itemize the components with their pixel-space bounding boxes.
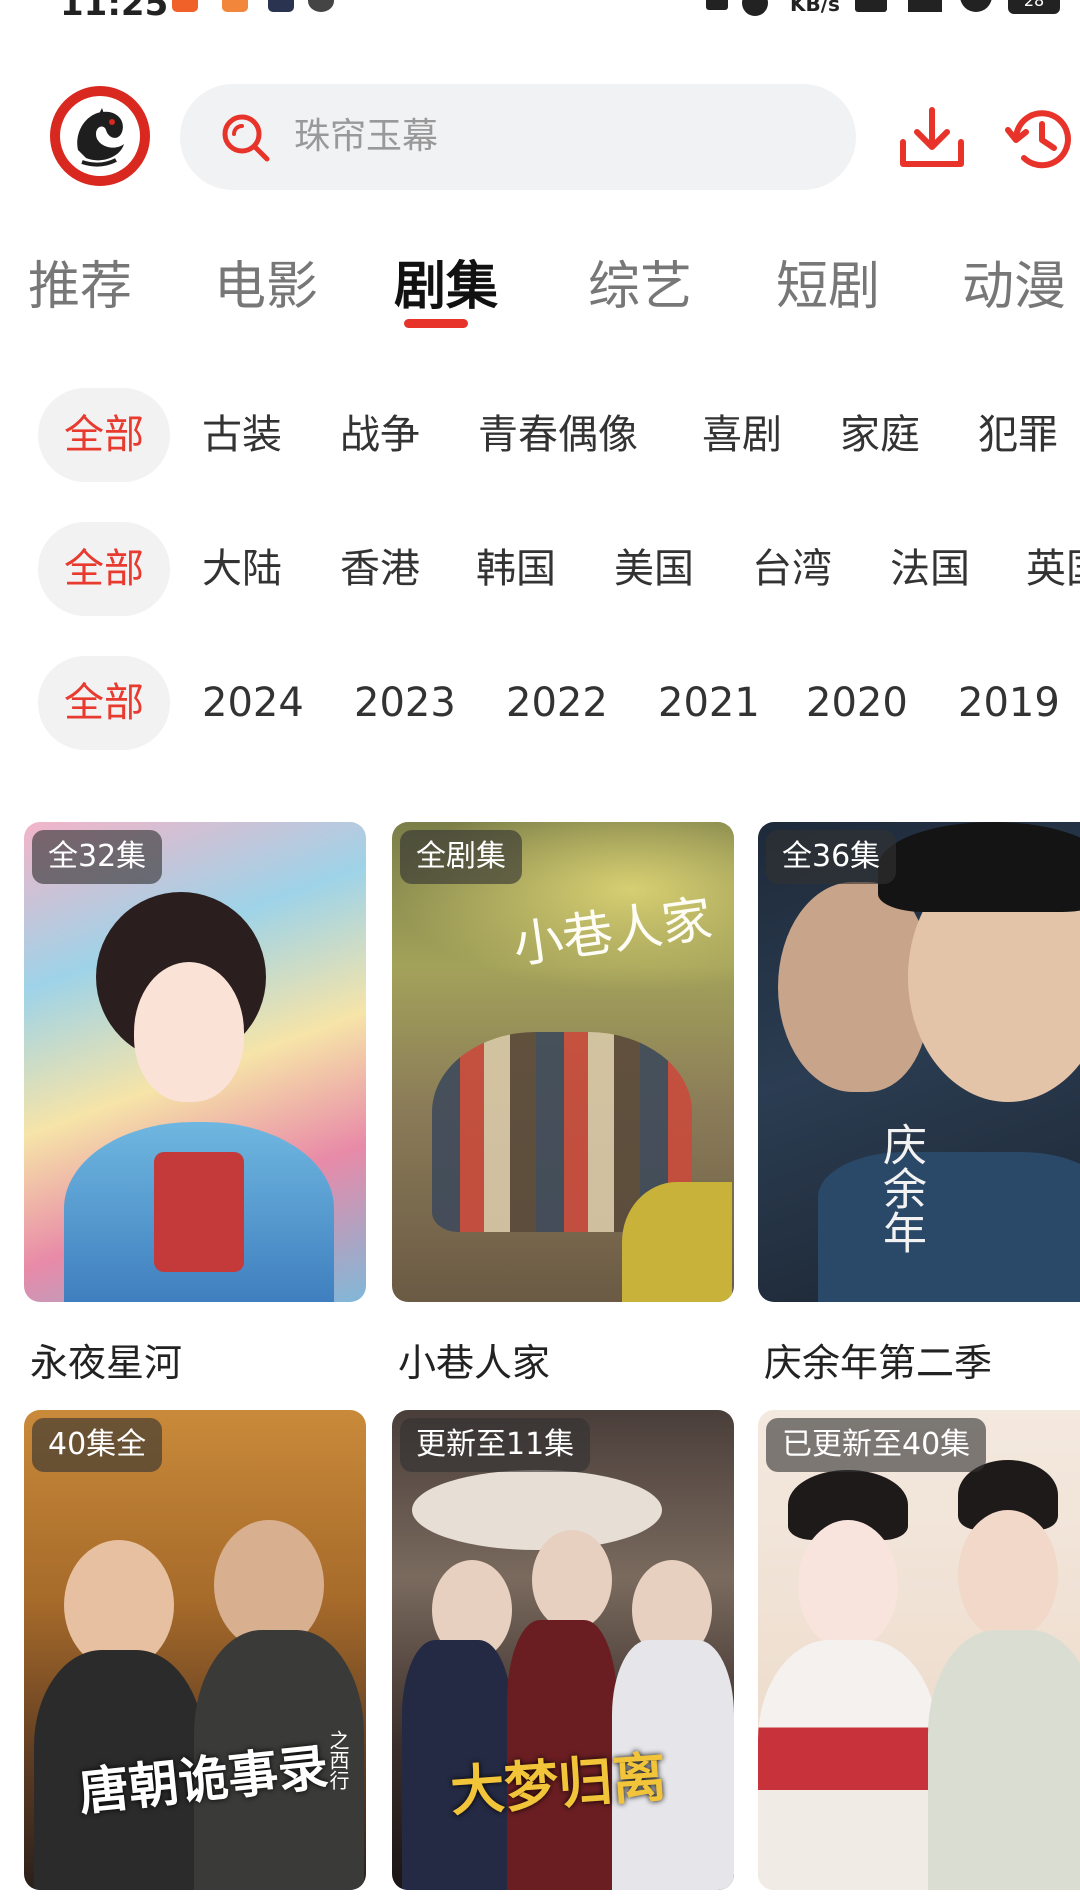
poster-figure — [622, 1182, 732, 1302]
year-filter-row: 全部 2024 2023 2022 2021 2020 2019 — [0, 656, 1080, 752]
tab-series-label: 剧集 — [394, 257, 499, 317]
poster-figure — [134, 962, 244, 1102]
region-filter-row: 全部 大陆 香港 韩国 美国 台湾 法国 英国 — [0, 522, 1080, 618]
category-tabs: 推荐 电影 剧集 综艺 短剧 动漫 — [0, 252, 1080, 332]
poster-figure — [412, 1470, 662, 1550]
filter-region-item[interactable]: 台湾 — [752, 522, 832, 616]
filter-genre-item[interactable]: 喜剧 — [702, 388, 782, 482]
network-speed: KB/s — [790, 0, 840, 16]
filter-region-item[interactable]: 韩国 — [476, 522, 556, 616]
filter-region-all[interactable]: 全部 — [38, 522, 170, 616]
tab-series[interactable]: 剧集 — [394, 252, 499, 328]
filter-region-item[interactable]: 法国 — [890, 522, 970, 616]
app-notification-icon — [172, 0, 198, 12]
episode-badge: 40集全 — [32, 1418, 163, 1472]
show-card[interactable]: 庆余年 全36集 庆余年第二季 — [758, 822, 1080, 1382]
show-poster[interactable]: 唐朝诡事录 之西行 40集全 — [24, 1410, 366, 1890]
wifi-icon — [960, 0, 992, 12]
dragon-logo-icon[interactable] — [50, 86, 150, 186]
filter-genre-item[interactable]: 青春偶像 — [478, 388, 638, 482]
app-notification-icon — [222, 0, 248, 12]
poster-figure — [778, 882, 928, 1092]
show-title: 庆余年第二季 — [764, 1341, 993, 1382]
filter-genre-item[interactable]: 战争 — [340, 388, 420, 482]
show-poster[interactable]: 全32集 — [24, 822, 366, 1302]
filter-genre-item[interactable]: 犯罪 — [978, 388, 1058, 482]
episode-badge: 全32集 — [32, 830, 163, 884]
app-notification-icon — [268, 0, 294, 12]
download-icon[interactable] — [895, 102, 969, 176]
episode-badge: 已更新至40集 — [766, 1418, 987, 1472]
search-placeholder: 珠帘玉幕 — [294, 116, 439, 157]
filter-year-item[interactable]: 2019 — [958, 656, 1060, 750]
filter-year-item[interactable]: 2020 — [806, 656, 908, 750]
genre-filter-row: 全部 古装 战争 青春偶像 喜剧 家庭 犯罪 — [0, 388, 1080, 484]
filter-year-item[interactable]: 2021 — [658, 656, 760, 750]
filter-year-item[interactable]: 2023 — [354, 656, 456, 750]
filter-region-item[interactable]: 香港 — [340, 522, 420, 616]
filter-region-item[interactable]: 英国 — [1026, 522, 1080, 616]
tab-recommend[interactable]: 推荐 — [28, 252, 132, 322]
battery-icon: 28 — [1008, 0, 1060, 14]
vibrate-icon — [706, 0, 728, 10]
poster-figure — [154, 1152, 244, 1272]
header: 珠帘玉幕 — [0, 84, 1080, 190]
signal-icon — [908, 0, 942, 12]
episode-badge: 全剧集 — [400, 830, 522, 884]
filter-genre-all[interactable]: 全部 — [38, 388, 170, 482]
poster-figure — [798, 1520, 898, 1650]
poster-art-title: 庆余年 — [875, 1122, 926, 1254]
show-card[interactable]: 已更新至40集 — [758, 1410, 1080, 1890]
tab-variety[interactable]: 综艺 — [588, 252, 692, 322]
filter-region-item[interactable]: 美国 — [614, 522, 694, 616]
active-tab-indicator — [404, 319, 468, 328]
episode-badge: 全36集 — [766, 830, 897, 884]
show-poster[interactable]: 小巷人家 全剧集 — [392, 822, 734, 1302]
poster-art-title: 大梦归离 — [448, 1744, 669, 1824]
filter-year-item[interactable]: 2022 — [506, 656, 608, 750]
history-icon[interactable] — [1002, 102, 1080, 176]
poster-figure — [878, 822, 1080, 912]
filter-genre-item[interactable]: 古装 — [202, 388, 282, 482]
alarm-icon — [742, 0, 768, 16]
poster-art-subtitle: 之西行 — [326, 1730, 350, 1790]
show-poster[interactable]: 庆余年 全36集 — [758, 822, 1080, 1302]
filter-year-item[interactable]: 2024 — [202, 656, 304, 750]
app-notification-icon — [308, 0, 334, 12]
show-poster[interactable]: 大梦归离 更新至11集 — [392, 1410, 734, 1890]
status-bar: 11:25 KB/s 28 — [0, 0, 1080, 22]
poster-figure — [928, 1630, 1080, 1890]
show-title: 小巷人家 — [398, 1341, 551, 1385]
filter-region-item[interactable]: 大陆 — [202, 522, 282, 616]
poster-figure — [758, 1640, 938, 1890]
poster-figure — [532, 1530, 612, 1630]
filter-year-all[interactable]: 全部 — [38, 656, 170, 750]
show-poster[interactable]: 已更新至40集 — [758, 1410, 1080, 1890]
poster-figure — [958, 1510, 1058, 1640]
tab-anime[interactable]: 动漫 — [962, 252, 1066, 322]
show-title: 永夜星河 — [30, 1341, 183, 1385]
search-bar[interactable]: 珠帘玉幕 — [180, 84, 856, 190]
episode-badge: 更新至11集 — [400, 1418, 591, 1472]
search-icon — [222, 114, 270, 162]
tab-movie[interactable]: 电影 — [214, 252, 318, 322]
tab-short-drama[interactable]: 短剧 — [776, 252, 880, 322]
hd-icon — [855, 0, 887, 12]
filter-genre-item[interactable]: 家庭 — [840, 388, 920, 482]
status-time: 11:25 — [60, 0, 169, 22]
poster-figure — [818, 1152, 1080, 1302]
